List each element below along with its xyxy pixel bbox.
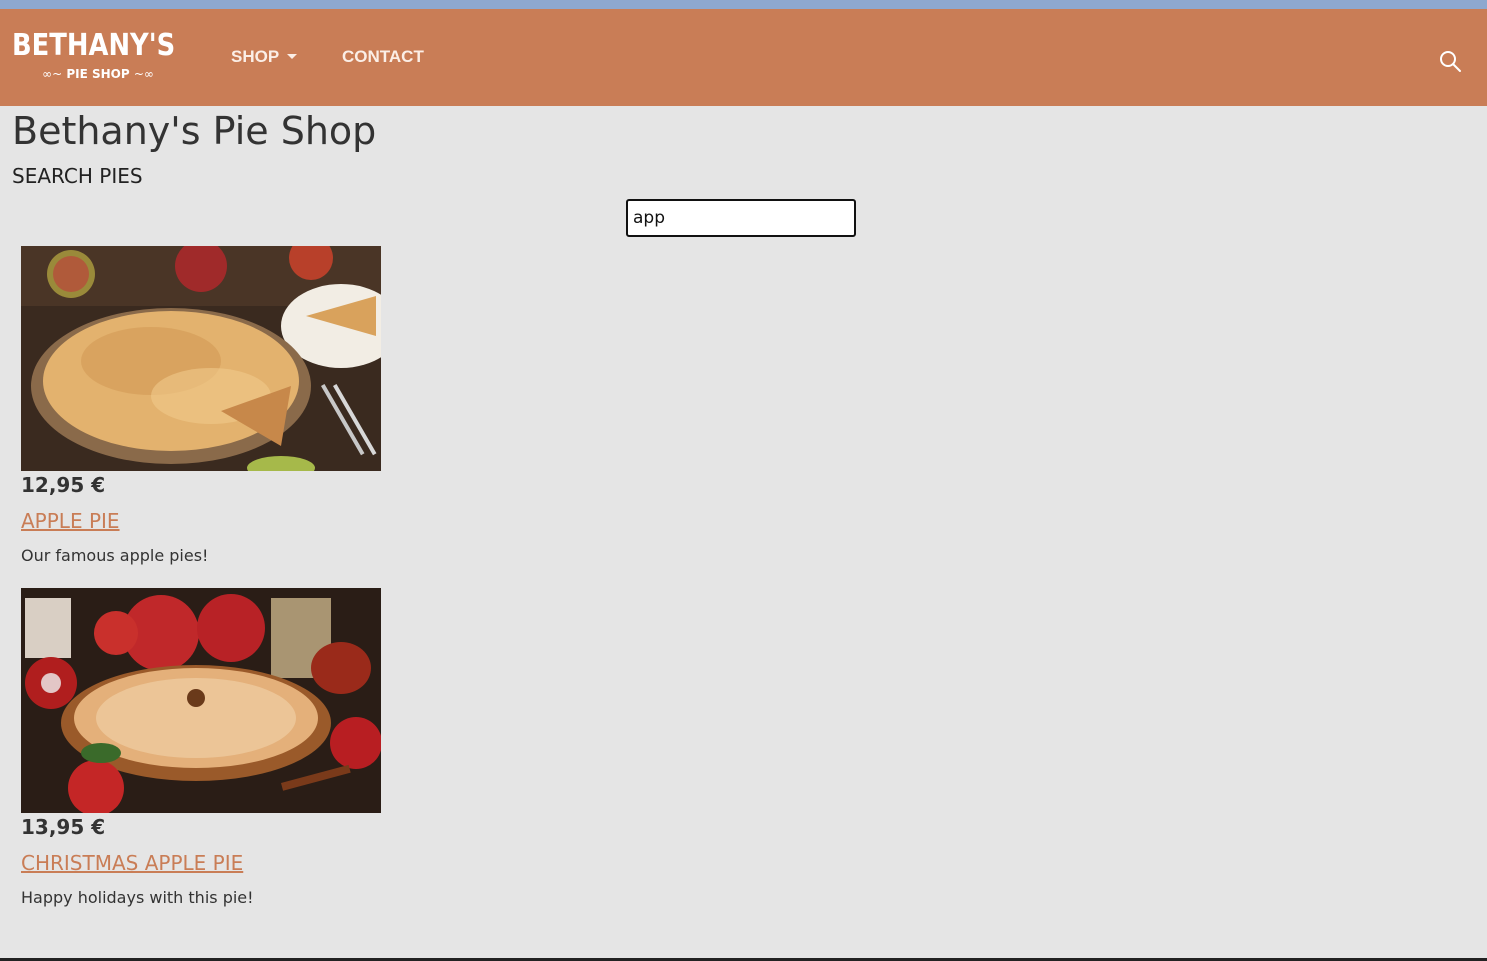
- search-input[interactable]: [626, 199, 856, 237]
- browser-top-strip: [0, 0, 1487, 9]
- section-title: SEARCH PIES: [12, 164, 143, 188]
- swirl-ornament-icon: ~∞: [133, 67, 154, 81]
- logo-main-text: BETHANY'S: [12, 28, 176, 63]
- nav-contact-link[interactable]: CONTACT: [342, 47, 424, 67]
- page-title: Bethany's Pie Shop: [12, 109, 377, 153]
- search-icon[interactable]: [1438, 49, 1462, 73]
- pie-name-link[interactable]: CHRISTMAS APPLE PIE: [21, 850, 243, 876]
- swirl-ornament-icon: ∞~: [42, 67, 63, 81]
- nav-shop-label: SHOP: [231, 47, 280, 66]
- navbar: BETHANY'S ∞~ PIE SHOP ~∞ SHOP CONTACT: [0, 9, 1487, 106]
- logo-sub-text: ∞~ PIE SHOP ~∞: [12, 65, 184, 83]
- pie-price: 13,95 €: [21, 815, 106, 839]
- pie-description: Happy holidays with this pie!: [21, 888, 254, 907]
- logo-sub-label: PIE SHOP: [66, 67, 130, 81]
- apple-pie-photo[interactable]: [21, 246, 381, 471]
- christmas-apple-pie-photo[interactable]: [21, 588, 381, 813]
- pie-description: Our famous apple pies!: [21, 546, 209, 565]
- caret-down-icon: [287, 54, 298, 59]
- nav-contact-label: CONTACT: [342, 47, 424, 66]
- pie-price: 12,95 €: [21, 473, 106, 497]
- pie-name-link[interactable]: APPLE PIE: [21, 508, 120, 534]
- site-logo[interactable]: BETHANY'S ∞~ PIE SHOP ~∞: [12, 29, 184, 87]
- nav-shop-dropdown[interactable]: SHOP: [231, 47, 298, 67]
